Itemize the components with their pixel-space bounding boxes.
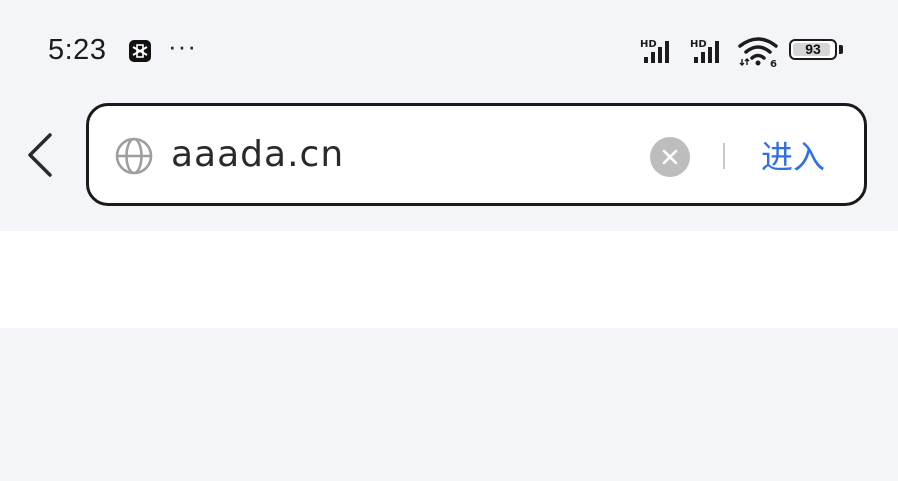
battery-icon: 93 bbox=[789, 39, 837, 60]
divider bbox=[723, 143, 725, 169]
battery-tip bbox=[839, 45, 843, 54]
status-time: 5:23 bbox=[48, 34, 107, 66]
enter-button[interactable]: 进入 bbox=[761, 132, 825, 178]
wifi-icon: 6 bbox=[738, 37, 778, 68]
signal-icon: HD bbox=[690, 39, 719, 63]
suggestion-panel bbox=[0, 231, 898, 328]
signal-icon: HD bbox=[640, 39, 669, 63]
signal-label: HD bbox=[690, 39, 707, 50]
back-icon bbox=[28, 133, 52, 177]
battery-level: 93 bbox=[805, 41, 821, 57]
signal-label: HD bbox=[640, 39, 657, 50]
address-bar[interactable]: 进入 bbox=[86, 103, 867, 206]
status-bar: 5:23 ··· HD HD 6 93 bbox=[0, 0, 898, 100]
clear-button[interactable] bbox=[650, 137, 690, 177]
url-input[interactable] bbox=[171, 128, 631, 180]
capcut-icon bbox=[129, 40, 151, 62]
more-notifications-icon: ··· bbox=[168, 31, 197, 61]
back-button[interactable] bbox=[20, 125, 60, 185]
wifi-label: 6 bbox=[770, 59, 777, 68]
globe-icon bbox=[115, 137, 153, 175]
clear-icon bbox=[662, 149, 678, 165]
